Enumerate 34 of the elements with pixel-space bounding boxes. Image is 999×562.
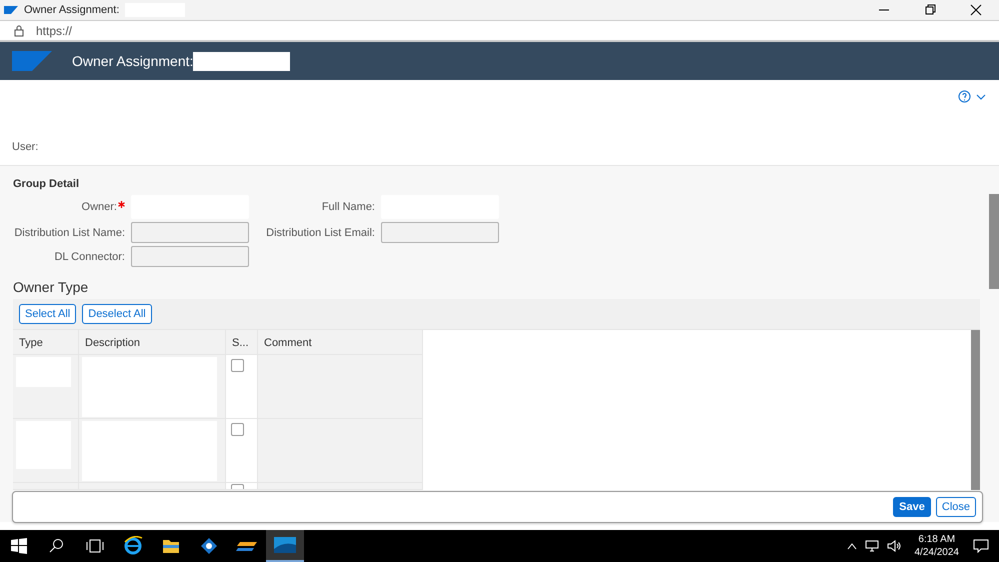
chevron-up-icon [846, 542, 856, 550]
row-checkbox[interactable] [231, 359, 244, 372]
page-title: Owner Assignment: [72, 53, 194, 69]
save-button[interactable]: Save [893, 497, 931, 517]
help-icon [958, 90, 971, 103]
column-header[interactable]: Description [79, 330, 226, 355]
user-label: User: [12, 141, 40, 153]
sap-logo [12, 51, 52, 71]
scrollbar[interactable] [989, 194, 999, 289]
field-label: DL Connector: [54, 250, 125, 262]
column-header[interactable]: Type [13, 330, 79, 355]
close-button[interactable]: Close [936, 497, 976, 517]
clock-date[interactable]: 4/24/2024 [914, 546, 959, 559]
field-label: Full Name: [322, 201, 375, 213]
deselect-all-button[interactable]: Deselect All [82, 304, 152, 324]
column-header[interactable]: S... [226, 330, 258, 355]
field-label: Owner: [82, 201, 117, 213]
section-title: Group Detail [13, 178, 80, 190]
select-all-button[interactable]: Select All [19, 304, 76, 324]
notification-icon [973, 539, 989, 553]
column-header[interactable]: Comment [258, 330, 423, 355]
speaker-icon [886, 540, 900, 552]
row-checkbox[interactable] [231, 484, 244, 489]
section-title: Owner Type [13, 279, 90, 295]
window-title: Owner Assignment: [24, 4, 120, 16]
network-icon [864, 540, 878, 552]
sap-logo-icon [4, 6, 18, 14]
scrollbar[interactable] [971, 330, 980, 490]
field-label: Distribution List Name: [14, 226, 125, 238]
clock-time[interactable]: 6:18 AM [918, 533, 956, 546]
field-label: Distribution List Email: [266, 226, 375, 238]
lock-icon [14, 24, 24, 36]
row-checkbox[interactable] [231, 423, 244, 436]
address-text[interactable]: https:// [36, 24, 72, 38]
